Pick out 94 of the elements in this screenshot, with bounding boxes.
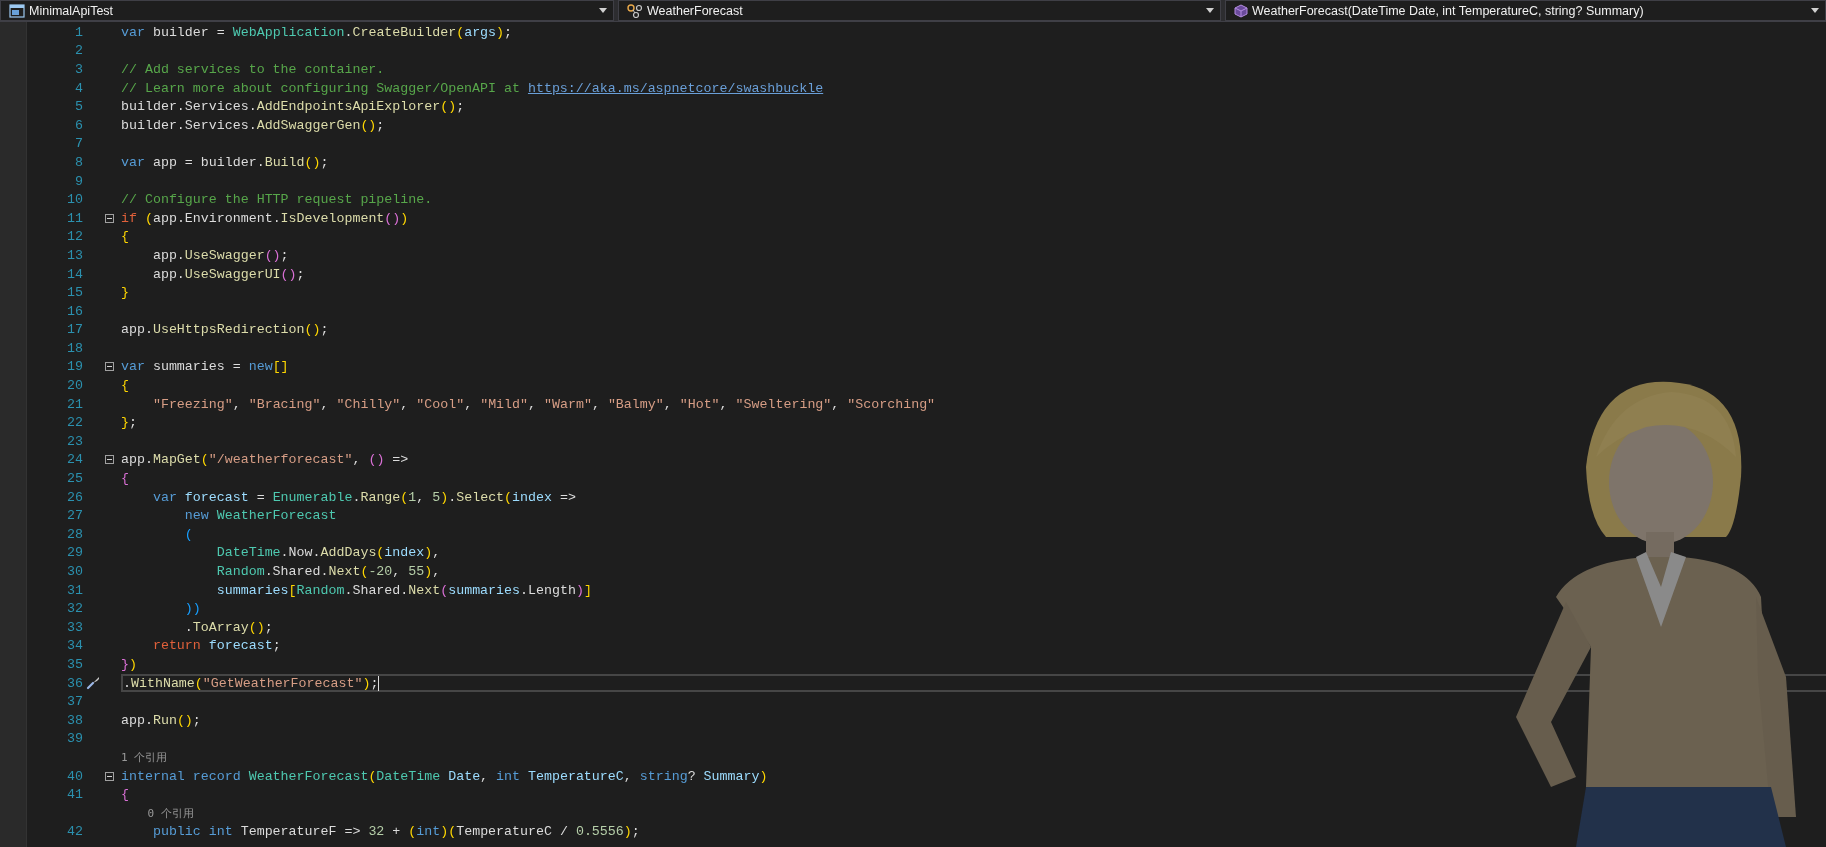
code-line: Random.Shared.Next(-20, 55), xyxy=(215,564,441,579)
code-line: app.UseSwagger(); xyxy=(151,247,289,263)
code-line: // Add services to the container. xyxy=(121,62,385,77)
code-line: internal record WeatherForecast(DateTime Date, int TemperatureC, string? Summary) xyxy=(121,768,768,784)
line-number: 12 xyxy=(66,229,83,245)
code-line: ( xyxy=(183,526,193,542)
reference-count[interactable]: 0 个引用 xyxy=(121,806,194,820)
line-number: 41 xyxy=(66,787,83,803)
line-number: 35 xyxy=(66,657,83,672)
navigation-dropdown[interactable]: WeatherForecast(DateTime Date, int TemperatureC, string? Summary) xyxy=(1225,0,1826,21)
code-line: summaries[Random.Shared.Next(summaries.Length)] xyxy=(215,582,592,598)
line-number: 30 xyxy=(66,564,83,579)
line-number: 25 xyxy=(66,471,83,487)
line-number: 27 xyxy=(66,508,83,524)
line-number: 6 xyxy=(74,117,83,133)
line-number: 40 xyxy=(66,768,83,784)
cube-icon xyxy=(1234,3,1248,18)
link[interactable]: https://aka.ms/aspnetcore/swashbuckle xyxy=(527,80,824,96)
code-line: DateTime.Now.AddDays(index), xyxy=(215,545,441,561)
line-number: 17 xyxy=(66,322,83,338)
code-line: app.UseSwaggerUI(); xyxy=(151,266,305,282)
line-number: 29 xyxy=(66,545,83,561)
code-line: )) xyxy=(183,601,201,617)
collapse-icon[interactable] xyxy=(105,771,114,781)
collapse-icon[interactable] xyxy=(105,213,114,223)
line-number: 15 xyxy=(66,285,83,301)
reference-count[interactable]: 1 个引用 xyxy=(121,750,168,764)
line-number: 18 xyxy=(66,340,83,356)
code-line: { xyxy=(121,229,129,245)
screwdriver-icon[interactable] xyxy=(86,676,100,691)
code-line: } xyxy=(121,285,129,301)
line-number: 9 xyxy=(74,173,83,189)
line-number: 39 xyxy=(66,731,83,747)
dropdown-caret-icon xyxy=(1811,8,1819,13)
dropdown-caret-icon xyxy=(1206,8,1214,13)
code-line: var summaries = new[] xyxy=(121,359,289,375)
code-line: app.UseHttpsRedirection(); xyxy=(121,322,329,338)
code-line: var app = builder.Build(); xyxy=(121,154,329,170)
line-number: 16 xyxy=(66,303,83,319)
line-number: 24 xyxy=(66,452,83,468)
code-line: { xyxy=(121,378,129,394)
line-number: 31 xyxy=(66,582,83,598)
line-number: 3 xyxy=(74,62,83,77)
line-number: 20 xyxy=(66,378,83,394)
line-number: 10 xyxy=(66,192,83,208)
line-number: 14 xyxy=(66,266,83,282)
line-number: 19 xyxy=(66,359,83,375)
code-line: }; xyxy=(121,415,137,431)
code-line: .ToArray(); xyxy=(183,619,273,635)
code-line: public int TemperatureF => 32 + (int)(TemperatureC / 0.5556); xyxy=(151,824,640,840)
code-line: .WithName("GetWeatherForecast"); xyxy=(123,675,379,691)
line-number: 23 xyxy=(66,433,83,449)
collapse-icon[interactable] xyxy=(105,455,114,465)
line-number: 21 xyxy=(66,396,83,412)
code-line: { xyxy=(121,787,129,803)
code-line: { xyxy=(121,471,129,487)
line-number: 33 xyxy=(66,619,83,635)
line-number: 5 xyxy=(74,99,83,115)
line-number: 11 xyxy=(66,210,83,226)
line-number: 26 xyxy=(66,489,83,505)
comment-text: // Learn more about configuring Swagger/OpenAPI at https://aka.ms/aspnetcore/swashbuckle xyxy=(121,80,824,96)
code-line: if (app.Environment.IsDevelopment()) xyxy=(121,210,409,226)
line-number: 4 xyxy=(74,80,83,96)
project-icon xyxy=(9,3,25,18)
line-number: 32 xyxy=(66,601,83,617)
line-number: 8 xyxy=(74,154,83,170)
dropdown-caret-icon xyxy=(599,8,607,13)
navigation-dropdown[interactable]: WeatherForecast xyxy=(618,0,1221,21)
code-line: new WeatherForecast xyxy=(183,508,337,524)
code-line: var forecast = Enumerable.Range(1, 5).Select(index => xyxy=(151,489,576,505)
navigation-dropdown[interactable]: MinimalApiTest xyxy=(0,0,614,21)
line-number: 7 xyxy=(74,136,83,152)
code-line: }) xyxy=(121,657,137,672)
line-number: 34 xyxy=(66,638,83,654)
code-line: var builder = WebApplication.CreateBuilder(args); xyxy=(121,24,513,40)
line-number: 38 xyxy=(66,712,83,728)
line-number: 37 xyxy=(66,694,83,710)
text-cursor xyxy=(378,675,380,691)
collapse-icon[interactable] xyxy=(105,362,114,372)
code-line: app.Run(); xyxy=(121,712,201,728)
code-line: "Freezing", "Bracing", "Chilly", "Cool", "Mild", "Warm", "Balmy", "Hot", "Sweltering", "Scorching" xyxy=(151,396,936,412)
class-icon xyxy=(627,3,643,18)
code-line: app.MapGet("/weatherforecast", () => xyxy=(121,452,409,468)
line-number: 13 xyxy=(66,247,83,263)
code-line: builder.Services.AddSwaggerGen(); xyxy=(121,117,385,133)
line-number: 36 xyxy=(66,675,83,691)
line-number: 2 xyxy=(74,43,83,59)
line-number: 42 xyxy=(66,824,83,840)
code-line: return forecast; xyxy=(151,638,281,654)
code-line: builder.Services.AddEndpointsApiExplorer(); xyxy=(121,99,465,115)
line-number: 1 xyxy=(74,24,83,40)
line-number: 28 xyxy=(66,526,83,542)
line-number: 22 xyxy=(66,415,83,431)
code-line: // Configure the HTTP request pipeline. xyxy=(121,192,433,208)
